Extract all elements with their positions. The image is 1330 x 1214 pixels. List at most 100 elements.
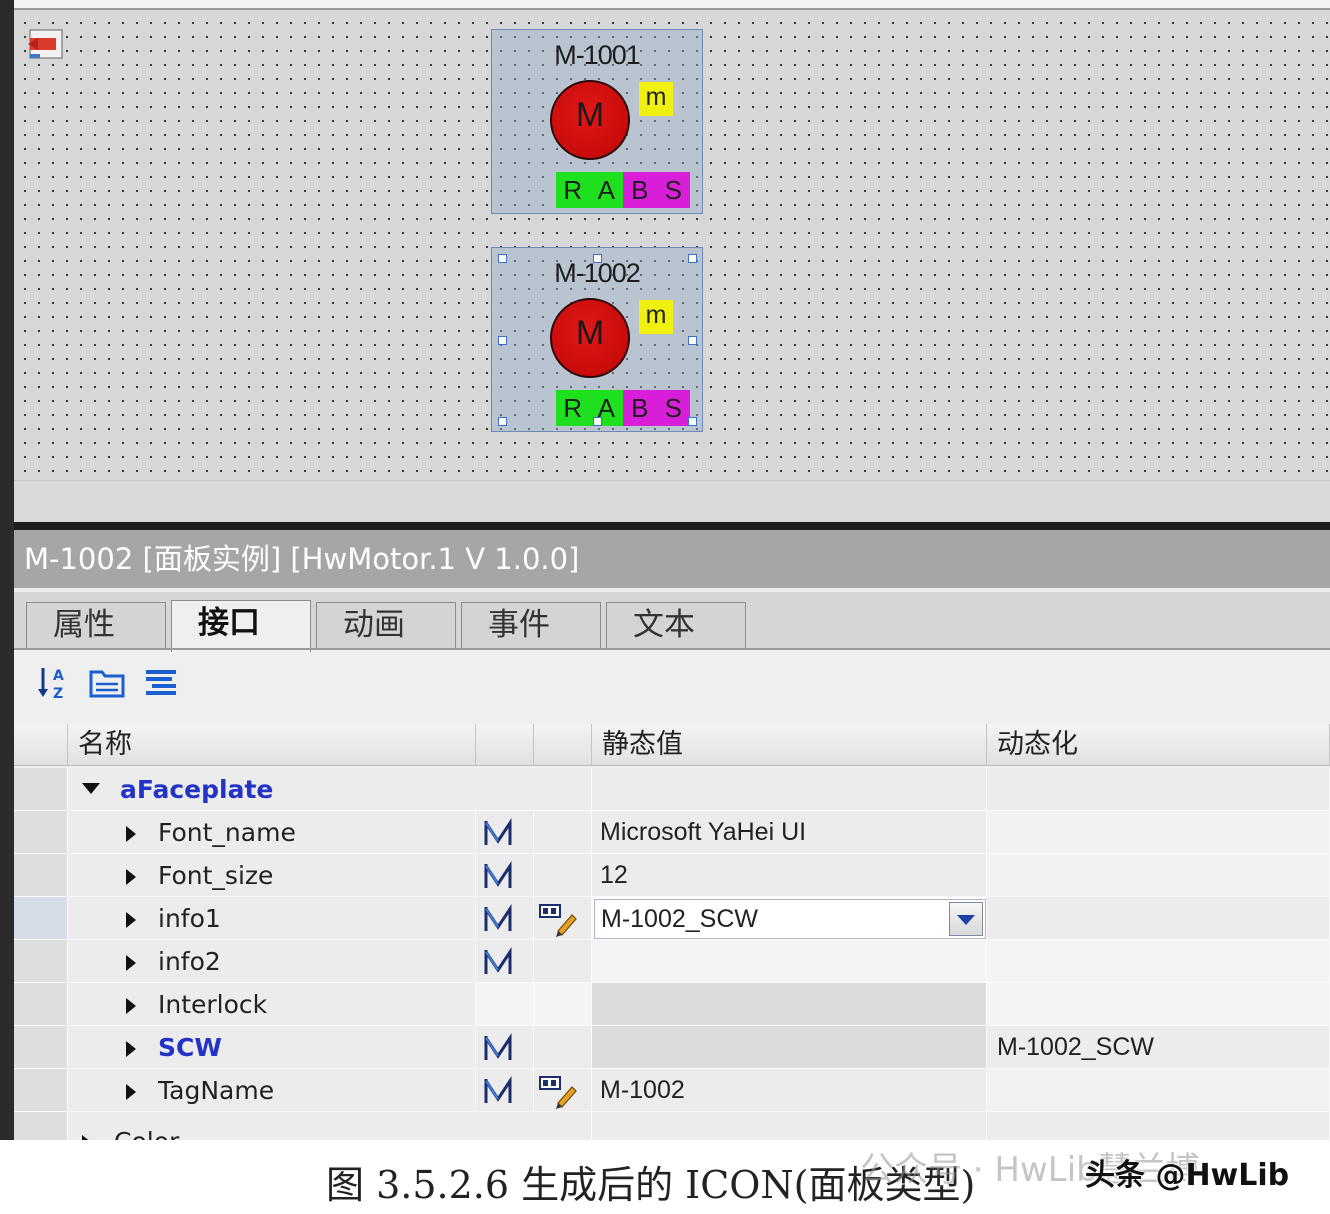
- header-icon2: [534, 724, 592, 766]
- dynamization-cell[interactable]: [987, 897, 1330, 940]
- row-gutter: [14, 983, 68, 1026]
- table-row[interactable]: SCW M-1002_SCW: [14, 1026, 1330, 1069]
- header-static-value[interactable]: 静态值: [592, 724, 987, 766]
- header-name[interactable]: 名称: [68, 724, 476, 766]
- table-row-group[interactable]: aFaceplate: [14, 768, 1330, 811]
- static-value-cell[interactable]: [592, 983, 987, 1026]
- expand-icon[interactable]: [126, 826, 136, 842]
- status-s: S: [656, 390, 690, 426]
- dynamic-icon-cell[interactable]: [476, 1026, 534, 1069]
- static-value-cell[interactable]: Microsoft YaHei UI: [592, 811, 987, 854]
- sort-az-icon[interactable]: A Z: [36, 664, 74, 702]
- static-value-cell[interactable]: 12: [592, 854, 987, 897]
- dynamization-cell[interactable]: M-1002_SCW: [987, 1026, 1330, 1069]
- expand-icon[interactable]: [126, 955, 136, 971]
- motor-icon[interactable]: M: [550, 80, 630, 160]
- splitter[interactable]: [14, 522, 1330, 530]
- property-name: Interlock: [158, 990, 268, 1019]
- table-row[interactable]: Interlock: [14, 983, 1330, 1026]
- status-b: B: [623, 172, 657, 208]
- resize-handle[interactable]: [498, 254, 507, 263]
- table-row[interactable]: Font_size 12: [14, 854, 1330, 897]
- group-name-cell[interactable]: Color: [68, 1112, 592, 1140]
- dynamization-cell[interactable]: [987, 983, 1330, 1026]
- collapse-icon[interactable]: [82, 783, 100, 794]
- tag-edit-icon[interactable]: [538, 901, 578, 937]
- tab-animations[interactable]: 动画: [316, 602, 456, 650]
- header-gutter: [14, 724, 68, 766]
- edit-icon-cell[interactable]: [534, 1069, 592, 1112]
- dynamization-cell[interactable]: [987, 1069, 1330, 1112]
- expand-icon[interactable]: [126, 1041, 136, 1057]
- dynamic-property-icon[interactable]: [482, 860, 518, 892]
- tag-edit-icon[interactable]: [538, 1073, 578, 1109]
- tab-divider: [14, 648, 1330, 650]
- edit-icon-cell[interactable]: [534, 897, 592, 940]
- property-name: TagName: [158, 1076, 275, 1105]
- static-value-cell: [592, 1112, 987, 1140]
- static-value-cell[interactable]: [592, 940, 987, 983]
- header-dynamization[interactable]: 动态化: [987, 724, 1330, 766]
- tab-texts[interactable]: 文本: [606, 602, 746, 650]
- dynamic-property-icon[interactable]: [482, 1075, 518, 1107]
- static-value-cell[interactable]: [592, 1026, 987, 1069]
- row-gutter: [14, 854, 68, 897]
- row-gutter: [14, 1026, 68, 1069]
- tab-properties[interactable]: 属性: [26, 602, 166, 650]
- static-value-combobox[interactable]: M-1002_SCW: [594, 899, 986, 939]
- edit-icon-cell: [534, 940, 592, 983]
- dynamization-cell[interactable]: [987, 940, 1330, 983]
- expand-icon[interactable]: [126, 998, 136, 1014]
- dynamic-icon-cell[interactable]: [476, 940, 534, 983]
- faceplate-m1002[interactable]: M-1002 M m R A B S: [491, 247, 703, 432]
- dynamic-icon-cell[interactable]: [476, 854, 534, 897]
- table-row[interactable]: info2: [14, 940, 1330, 983]
- resize-handle[interactable]: [498, 417, 507, 426]
- name-cell: info1: [68, 897, 476, 940]
- status-b: B: [623, 390, 657, 426]
- dynamic-property-icon[interactable]: [482, 817, 518, 849]
- screen-object-icon[interactable]: [26, 28, 64, 62]
- faceplate-m1001[interactable]: M-1001 M m R A B S: [491, 29, 703, 214]
- resize-handle[interactable]: [688, 336, 697, 345]
- tab-events[interactable]: 事件: [461, 602, 601, 650]
- table-row[interactable]: Font_name Microsoft YaHei UI: [14, 811, 1330, 854]
- resize-handle[interactable]: [593, 254, 602, 263]
- tab-interface[interactable]: 接口: [171, 600, 311, 652]
- name-cell: Interlock: [68, 983, 476, 1026]
- dynamic-icon-cell[interactable]: [476, 811, 534, 854]
- table-row-group[interactable]: Color: [14, 1112, 1330, 1140]
- dynamic-property-icon[interactable]: [482, 903, 518, 935]
- table-row[interactable]: TagName M-1002: [14, 1069, 1330, 1112]
- dynamic-icon-cell: [476, 983, 534, 1026]
- static-value-cell[interactable]: M-1002: [592, 1069, 987, 1112]
- resize-handle[interactable]: [498, 336, 507, 345]
- dynamic-icon-cell[interactable]: [476, 1069, 534, 1112]
- expand-icon[interactable]: [126, 1084, 136, 1100]
- resize-handle[interactable]: [688, 417, 697, 426]
- panel-title: M-1002 [面板实例] [HwMotor.1 V 1.0.0]: [14, 530, 1330, 588]
- name-cell: Font_size: [68, 854, 476, 897]
- resize-handle[interactable]: [593, 417, 602, 426]
- property-name: Font_size: [158, 861, 274, 890]
- expand-icon[interactable]: [126, 869, 136, 885]
- chevron-down-icon[interactable]: [949, 902, 983, 936]
- dynamization-cell[interactable]: [987, 811, 1330, 854]
- dynamization-cell[interactable]: [987, 854, 1330, 897]
- dynamic-property-icon[interactable]: [482, 1032, 518, 1064]
- dynamic-property-icon[interactable]: [482, 946, 518, 978]
- group-name: aFaceplate: [120, 775, 274, 804]
- motor-icon[interactable]: M: [550, 298, 630, 378]
- dynamic-icon-cell[interactable]: [476, 897, 534, 940]
- expand-icon[interactable]: [126, 912, 136, 928]
- svg-text:Z: Z: [53, 686, 63, 702]
- list-view-icon[interactable]: [142, 664, 180, 702]
- motor-label: M: [575, 314, 605, 352]
- resize-handle[interactable]: [688, 254, 697, 263]
- folder-view-icon[interactable]: [88, 664, 126, 702]
- edit-icon-cell: [534, 1026, 592, 1069]
- group-name: Color: [114, 1127, 179, 1140]
- group-name-cell[interactable]: aFaceplate: [68, 768, 592, 811]
- status-a: A: [589, 172, 623, 208]
- table-row-selected[interactable]: info1 M-1002_SCW: [14, 897, 1330, 940]
